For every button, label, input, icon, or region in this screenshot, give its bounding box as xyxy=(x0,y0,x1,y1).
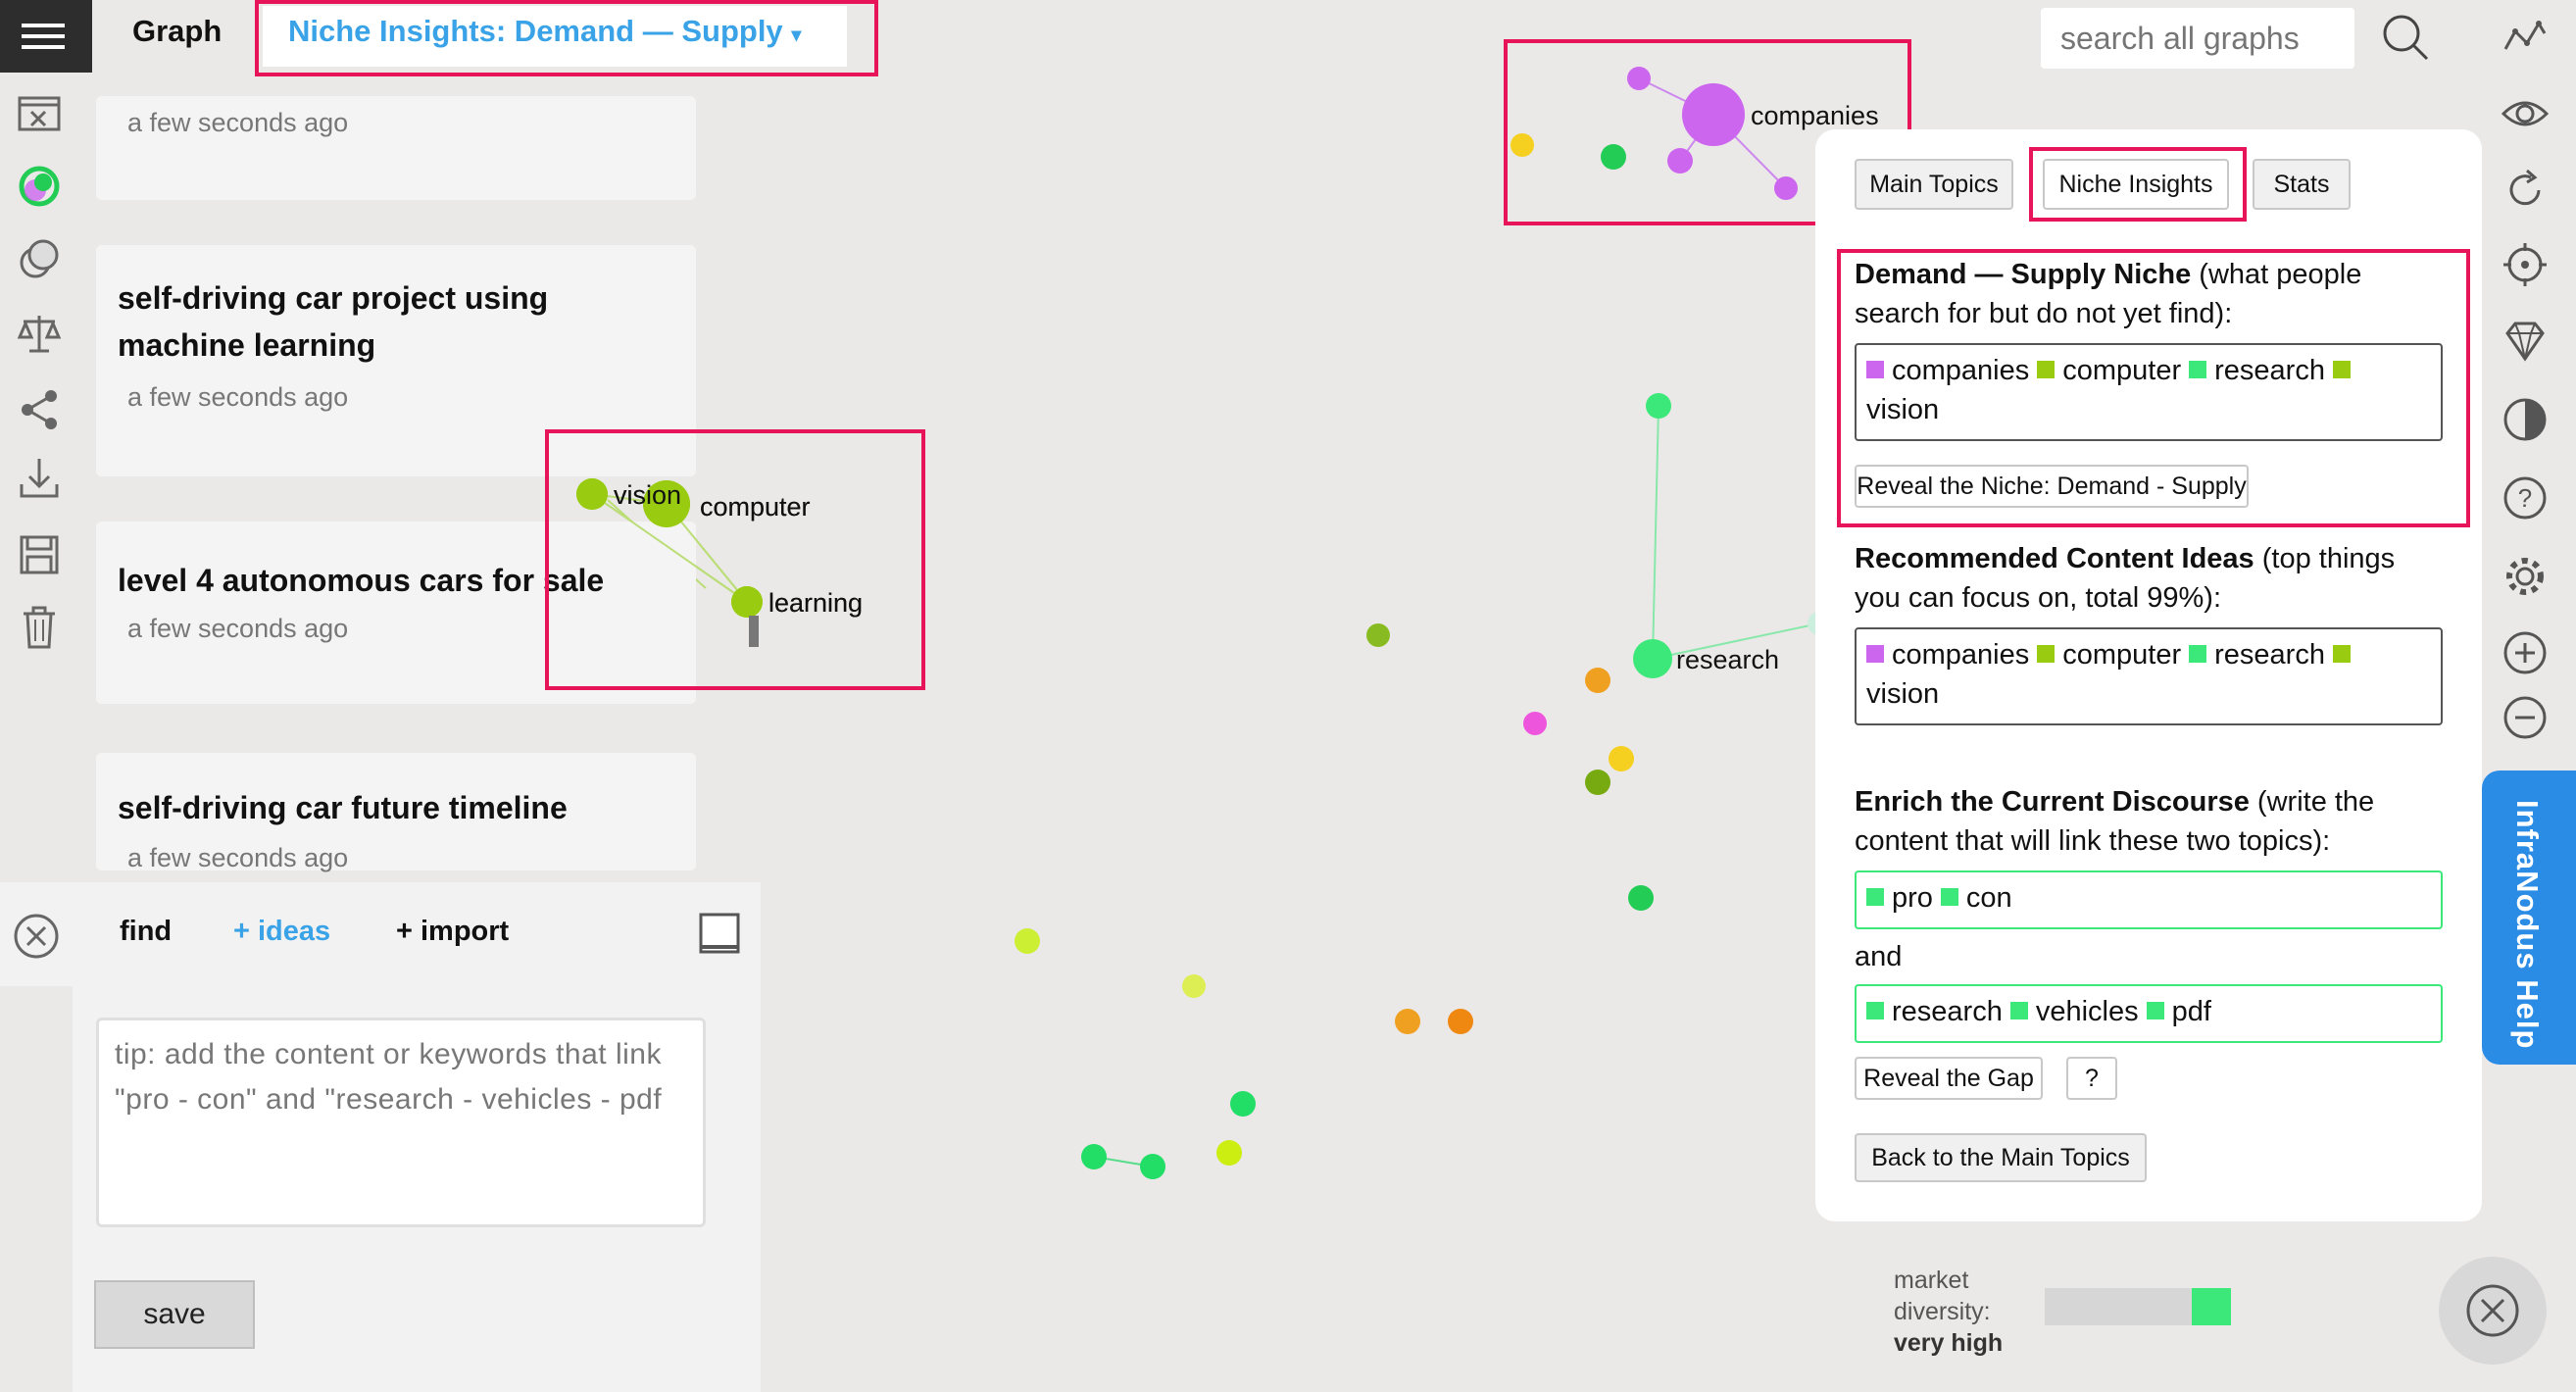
reveal-gap-button[interactable]: Reveal the Gap xyxy=(1855,1057,2043,1100)
graph-line-icon[interactable] xyxy=(2502,14,2549,61)
left-toolbar xyxy=(0,0,92,1392)
menu-icon[interactable] xyxy=(0,0,92,73)
highlight-graph-title xyxy=(255,0,878,76)
balance-icon[interactable] xyxy=(16,310,63,357)
expand-icon[interactable] xyxy=(698,912,741,955)
node-label-research: research xyxy=(1676,645,1779,674)
share-icon[interactable] xyxy=(16,386,63,433)
close-icon xyxy=(2466,1284,2519,1337)
close-panel-button[interactable] xyxy=(2439,1257,2547,1365)
save-button[interactable]: save xyxy=(94,1280,255,1349)
graph-node[interactable] xyxy=(1646,393,1671,419)
eye-icon[interactable] xyxy=(2502,90,2549,137)
download-icon[interactable] xyxy=(16,455,63,502)
tab-find[interactable]: find xyxy=(120,916,172,948)
graph-node[interactable] xyxy=(1395,1009,1420,1034)
graph-node[interactable] xyxy=(1448,1009,1473,1034)
graph-node[interactable] xyxy=(1230,1091,1256,1117)
tab-ideas[interactable]: + ideas xyxy=(233,916,330,948)
zoom-in-icon[interactable] xyxy=(2502,629,2549,676)
recommended-description: Recommended Content Ideas (top things you… xyxy=(1855,543,2396,614)
help-tab[interactable]: InfraNodus Help xyxy=(2482,771,2576,1065)
diversity-bar-fill xyxy=(2192,1288,2231,1325)
contrast-icon[interactable] xyxy=(2502,396,2549,443)
graph-node[interactable] xyxy=(1609,746,1634,771)
save-icon[interactable] xyxy=(16,531,63,578)
enrich-description: Enrich the Current Discourse (write the c… xyxy=(1855,786,2375,857)
tag-companies[interactable]: companies xyxy=(1892,639,2029,671)
graph-node[interactable] xyxy=(1015,928,1040,954)
card-time: a few seconds ago xyxy=(127,382,349,412)
graph-node[interactable] xyxy=(1628,885,1654,911)
tag-vehicles[interactable]: vehicles xyxy=(2036,996,2139,1027)
highlight-learning-cluster xyxy=(545,429,925,690)
tag-research[interactable]: research xyxy=(2214,639,2325,671)
card-title: self-driving car project using machine le… xyxy=(118,280,549,363)
color-circle-icon[interactable] xyxy=(16,163,63,210)
tag-pro[interactable]: pro xyxy=(1892,882,1933,914)
close-window-icon[interactable] xyxy=(16,90,63,137)
back-to-main-topics-button[interactable]: Back to the Main Topics xyxy=(1855,1133,2147,1182)
card-title: self-driving car future timeline xyxy=(118,790,568,825)
close-icon[interactable] xyxy=(12,912,61,961)
zoom-out-icon[interactable] xyxy=(2502,694,2549,741)
target-icon[interactable] xyxy=(2502,241,2549,288)
graph-node[interactable] xyxy=(1366,623,1390,647)
list-item[interactable]: self-driving car future timeline a few s… xyxy=(96,753,696,872)
svg-text:?: ? xyxy=(2518,483,2532,513)
tab-main-topics[interactable]: Main Topics xyxy=(1855,159,2013,210)
search-box[interactable] xyxy=(2041,8,2356,69)
tag-pdf[interactable]: pdf xyxy=(2172,996,2211,1027)
help-icon[interactable]: ? xyxy=(2502,474,2549,522)
and-label: and xyxy=(1855,941,1903,972)
graph-node[interactable] xyxy=(1585,668,1610,693)
tab-stats[interactable]: Stats xyxy=(2253,159,2351,210)
graph-node[interactable] xyxy=(1585,770,1610,795)
card-time: a few seconds ago xyxy=(127,843,349,872)
graph-node[interactable] xyxy=(1081,1144,1107,1169)
diversity-label: market diversity: very high xyxy=(1894,1267,2004,1357)
card-time: a few seconds ago xyxy=(127,108,349,137)
highlight-niche-tab xyxy=(2029,147,2247,222)
content-textarea[interactable]: tip: add the content or keywords that li… xyxy=(96,1018,706,1227)
tag-con[interactable]: con xyxy=(1966,882,2012,914)
card-title: level 4 autonomous cars for sale xyxy=(118,563,605,598)
graph-node[interactable] xyxy=(1182,974,1206,998)
tag-computer[interactable]: computer xyxy=(2062,639,2181,671)
trash-icon[interactable] xyxy=(16,604,63,651)
card-time: a few seconds ago xyxy=(127,614,349,643)
graph-node[interactable] xyxy=(1523,712,1547,735)
highlight-niche-section xyxy=(1837,249,2470,527)
recommended-tags-box[interactable]: companies computer research vision xyxy=(1855,627,2443,725)
gap-a-box[interactable]: pro con xyxy=(1855,870,2443,929)
diamond-icon[interactable] xyxy=(2502,318,2549,365)
graph-section-label[interactable]: Graph xyxy=(132,14,222,49)
search-input[interactable] xyxy=(2058,20,2356,58)
search-icon[interactable] xyxy=(2380,12,2431,63)
gap-b-box[interactable]: research vehicles pdf xyxy=(1855,984,2443,1043)
graph-node[interactable] xyxy=(1633,639,1672,678)
overlap-icon[interactable] xyxy=(16,235,63,282)
tab-import[interactable]: + import xyxy=(396,916,509,948)
gap-help-button[interactable]: ? xyxy=(2066,1057,2117,1100)
tag-vision[interactable]: vision xyxy=(1866,678,1939,710)
graph-node[interactable] xyxy=(1216,1140,1242,1166)
refresh-icon[interactable] xyxy=(2502,167,2549,214)
tag-research[interactable]: research xyxy=(1892,996,2003,1027)
list-item[interactable]: a few seconds ago xyxy=(96,96,696,200)
settings-icon[interactable] xyxy=(2502,553,2549,600)
graph-node[interactable] xyxy=(1140,1154,1165,1179)
